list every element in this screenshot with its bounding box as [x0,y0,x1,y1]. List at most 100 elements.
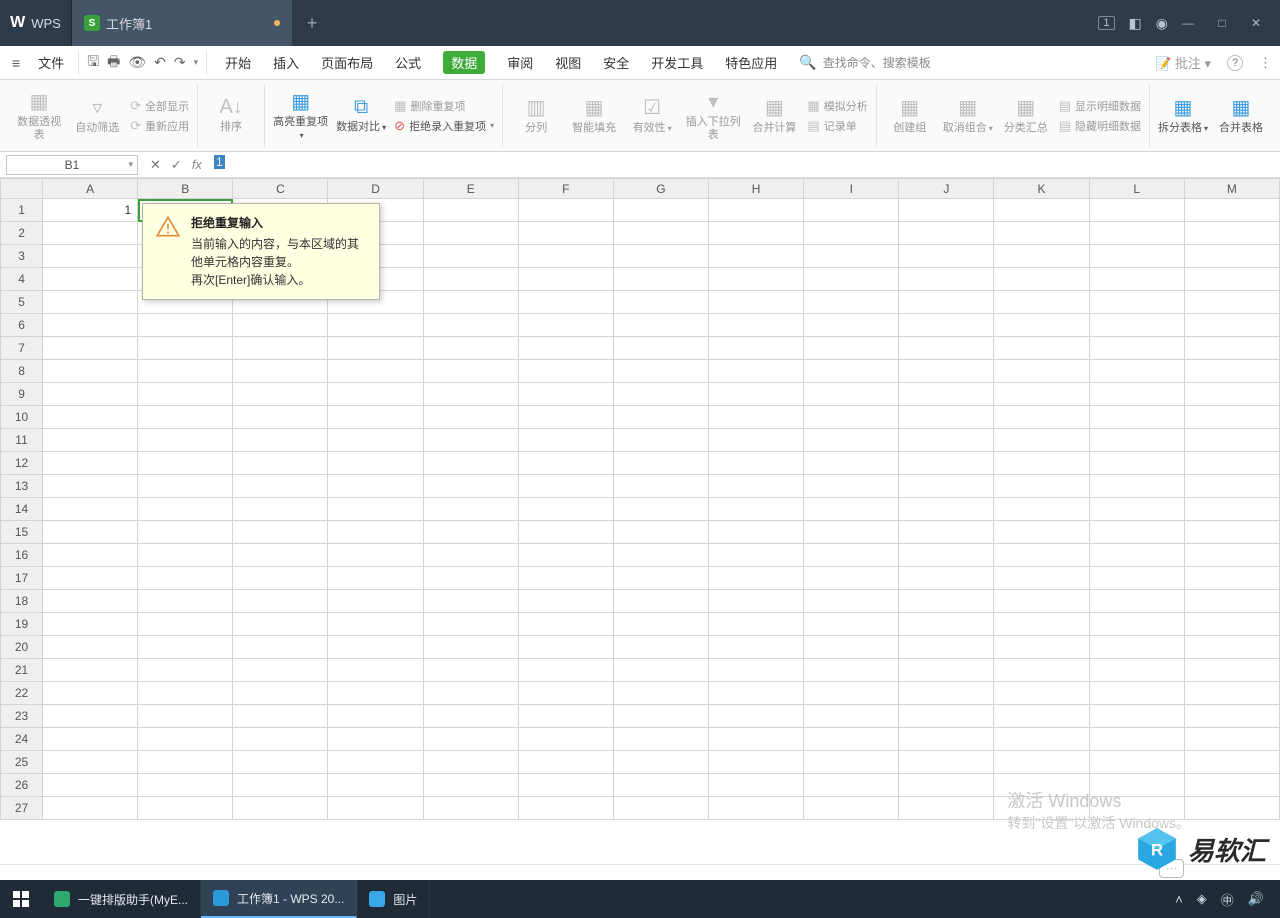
cell[interactable] [1184,314,1279,337]
tray-up-icon[interactable]: ˄ [1175,892,1183,907]
cell[interactable] [709,613,804,636]
cell[interactable] [518,337,613,360]
cell[interactable] [804,705,899,728]
cell[interactable] [518,360,613,383]
cell[interactable] [423,797,518,820]
cell[interactable] [43,452,138,475]
cell[interactable] [328,567,423,590]
cell[interactable] [138,383,233,406]
cell[interactable] [709,544,804,567]
cell[interactable] [328,383,423,406]
taskbar-item-0[interactable]: 一键排版助手(MyE... [42,880,201,918]
cell[interactable] [233,544,328,567]
cell[interactable] [423,705,518,728]
cell[interactable] [899,613,994,636]
cell[interactable] [518,728,613,751]
cell[interactable] [43,774,138,797]
column-header[interactable]: C [233,179,328,199]
cell[interactable] [233,475,328,498]
cell[interactable] [138,452,233,475]
cell[interactable] [423,682,518,705]
cell[interactable] [518,222,613,245]
cell[interactable] [899,728,994,751]
cell[interactable] [1184,337,1279,360]
cell[interactable] [709,521,804,544]
cell[interactable] [1184,245,1279,268]
cell[interactable] [899,498,994,521]
cell[interactable] [1184,636,1279,659]
split-table-button[interactable]: ▦拆分表格▾ [1158,84,1208,147]
cell[interactable] [138,567,233,590]
cell[interactable] [709,337,804,360]
cell[interactable] [138,337,233,360]
cell[interactable] [233,314,328,337]
cell[interactable] [518,636,613,659]
cell[interactable] [613,498,708,521]
cell[interactable] [613,360,708,383]
cell[interactable] [43,521,138,544]
cell[interactable] [138,659,233,682]
row-header[interactable]: 6 [1,314,43,337]
tab-start[interactable]: 开始 [225,53,251,72]
cell[interactable] [613,590,708,613]
name-box[interactable]: B1 ▾ [6,155,138,175]
cell[interactable] [1184,521,1279,544]
print-icon[interactable]: 🖶 [107,51,120,75]
cell[interactable] [994,613,1089,636]
cell[interactable] [709,429,804,452]
cell[interactable] [994,383,1089,406]
cell[interactable] [804,360,899,383]
help-button[interactable]: ? [1227,55,1243,71]
cell[interactable] [1184,383,1279,406]
cell[interactable] [613,682,708,705]
cell[interactable] [613,659,708,682]
cell[interactable] [138,590,233,613]
cell[interactable] [423,544,518,567]
cell[interactable] [423,291,518,314]
row-header[interactable]: 3 [1,245,43,268]
column-header[interactable]: L [1089,179,1184,199]
user-icon[interactable]: ◉ [1156,15,1168,32]
cell[interactable] [518,590,613,613]
system-tray[interactable]: ˄ ◈ ㊥ 🔊 [1175,890,1280,909]
cell[interactable] [1184,222,1279,245]
cell[interactable] [804,452,899,475]
cell[interactable] [613,636,708,659]
validity-button[interactable]: ☑有效性▾ [627,84,677,147]
cell[interactable] [518,498,613,521]
cell[interactable] [328,774,423,797]
cell[interactable] [1089,429,1184,452]
command-search[interactable]: 🔍 查找命令、搜索模板 [799,54,930,71]
cell[interactable] [804,498,899,521]
cell[interactable] [1184,199,1279,222]
cell[interactable] [1089,774,1184,797]
cell[interactable] [328,521,423,544]
cell[interactable] [518,406,613,429]
cell[interactable] [1089,659,1184,682]
cell[interactable] [804,475,899,498]
cell[interactable] [709,452,804,475]
formula-cancel-button[interactable]: ✕ [150,157,161,173]
cell[interactable] [1089,475,1184,498]
row-header[interactable]: 16 [1,544,43,567]
cell[interactable] [138,636,233,659]
undo-icon[interactable]: ↶ [154,54,166,71]
record-form-button[interactable]: ▤记录单 [807,118,867,134]
cell[interactable] [233,705,328,728]
cell[interactable] [613,291,708,314]
cell[interactable] [43,314,138,337]
create-group-button[interactable]: ▦创建组 [885,84,935,147]
cell[interactable] [43,245,138,268]
cell[interactable] [994,521,1089,544]
column-header[interactable]: H [709,179,804,199]
cell[interactable] [1089,590,1184,613]
cell[interactable] [994,751,1089,774]
cell[interactable] [899,774,994,797]
comment-button[interactable]: 📝 批注 ▾ [1155,53,1211,72]
cell[interactable] [804,774,899,797]
cell[interactable] [138,797,233,820]
cell[interactable] [1089,245,1184,268]
cell[interactable] [899,705,994,728]
cell[interactable] [138,728,233,751]
cell[interactable] [899,682,994,705]
